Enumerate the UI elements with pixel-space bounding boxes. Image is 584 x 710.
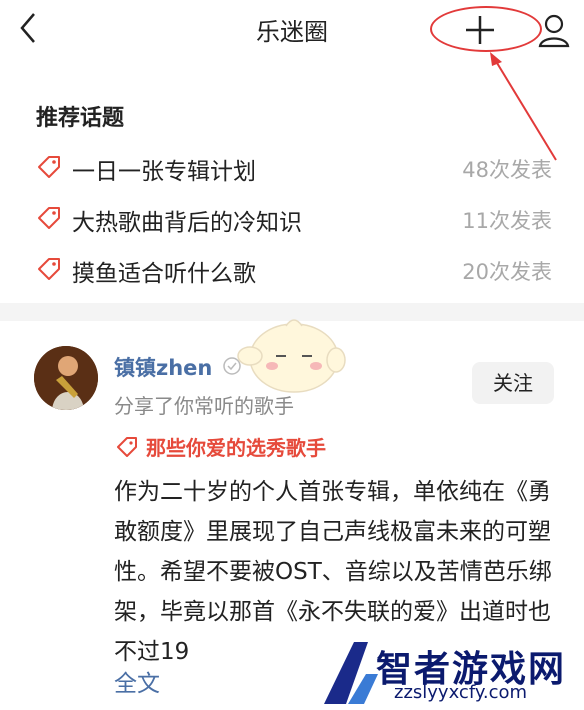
watermark-site: zzslyyxcfy.com bbox=[394, 682, 528, 703]
mascot-sticker bbox=[237, 319, 346, 393]
avatar[interactable] bbox=[34, 346, 98, 410]
post-hashtag[interactable]: 那些你爱的选秀歌手 bbox=[146, 432, 326, 461]
tag-icon bbox=[38, 156, 60, 178]
tag-icon bbox=[38, 207, 60, 229]
annotation-circle bbox=[430, 6, 542, 52]
topic-label: 摸鱼适合听什么歌 bbox=[72, 261, 256, 287]
topic-label: 大热歌曲背后的冷知识 bbox=[72, 210, 302, 236]
topic-item[interactable]: 一日一张专辑计划 48次发表 bbox=[0, 142, 584, 192]
topic-item[interactable]: 大热歌曲背后的冷知识 11次发表 bbox=[0, 193, 584, 243]
avatar-image bbox=[34, 346, 98, 410]
topic-count: 20次发表 bbox=[462, 260, 552, 284]
topics-heading: 推荐话题 bbox=[36, 106, 125, 131]
topic-label: 一日一张专辑计划 bbox=[72, 159, 256, 185]
tag-icon bbox=[38, 258, 60, 280]
follow-button[interactable]: 关注 bbox=[472, 362, 554, 404]
full-text-link[interactable]: 全文 bbox=[114, 664, 160, 698]
topic-count: 48次发表 bbox=[462, 158, 552, 182]
topic-item[interactable]: 摸鱼适合听什么歌 20次发表 bbox=[0, 244, 584, 294]
topic-count: 11次发表 bbox=[462, 209, 552, 233]
tag-icon bbox=[117, 437, 137, 457]
post-username[interactable]: 镇镇zhen bbox=[114, 352, 212, 382]
